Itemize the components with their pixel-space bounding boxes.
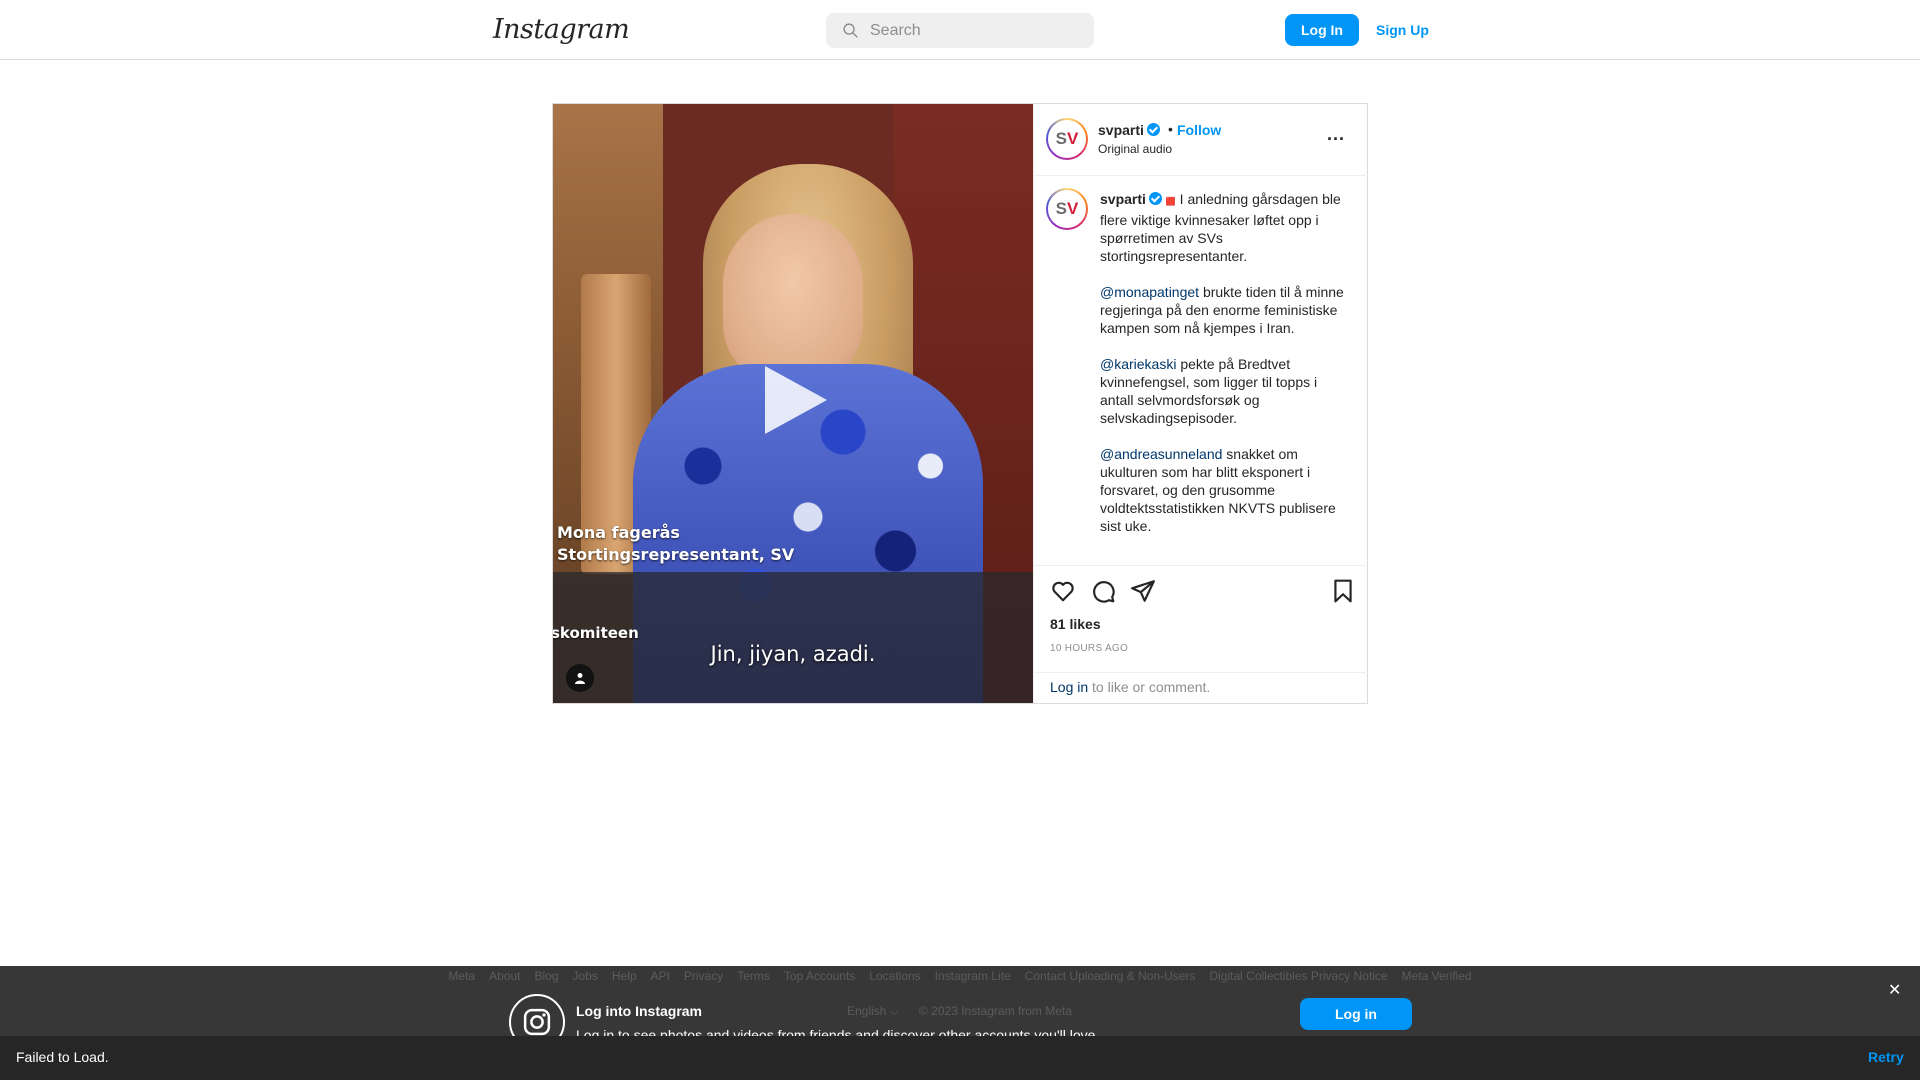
video-name-line: Mona fagerås — [557, 523, 680, 542]
signup-link[interactable]: Sign Up — [1370, 14, 1435, 46]
footer-link[interactable]: API — [651, 969, 670, 983]
error-message: Failed to Load. — [16, 1049, 109, 1065]
caption-verified-badge-icon — [1148, 192, 1162, 205]
avatar-logo: SV — [1048, 120, 1086, 158]
caption-username[interactable]: svparti — [1100, 191, 1146, 207]
close-icon[interactable]: ✕ — [1888, 980, 1901, 1000]
language-select[interactable]: English ⌵ — [847, 1004, 899, 1019]
search-box[interactable] — [826, 13, 1094, 48]
caption-avatar-letter-s: S — [1055, 199, 1067, 218]
bookmark-icon[interactable] — [1330, 578, 1356, 604]
login-link[interactable]: Log in — [1050, 679, 1088, 695]
footer-link[interactable]: Meta Verified — [1402, 969, 1472, 983]
caption-text: svparti 🟥 I anledning gårsdagen ble fler… — [1100, 190, 1346, 535]
video-player[interactable]: Mona fagerås Stortingsrepresentant, SV s… — [553, 104, 1033, 703]
caption-paragraph-1: @monapatinget brukte tiden til å minne r… — [1100, 283, 1346, 337]
footer-link[interactable]: About — [489, 969, 520, 983]
footer-link[interactable]: Contact Uploading & Non-Users — [1025, 969, 1196, 983]
caption-intro: svparti 🟥 I anledning gårsdagen ble fler… — [1100, 190, 1346, 265]
footer-link[interactable]: Instagram Lite — [935, 969, 1011, 983]
follow-button[interactable]: Follow — [1177, 122, 1221, 138]
caption-glyph: 🟥 — [1165, 197, 1176, 206]
video-subtitle: Jin, jiyan, azadi. — [710, 642, 876, 666]
banner-title: Log into Instagram — [576, 1003, 702, 1019]
search-icon — [843, 23, 858, 38]
top-nav: Instagram Log In Sign Up — [0, 0, 1920, 60]
footer-link[interactable]: Privacy — [684, 969, 723, 983]
caption-paragraph-2: @kariekaski pekte på Bredtvet kvinnefeng… — [1100, 355, 1346, 427]
user-tag-icon — [575, 673, 585, 684]
login-suffix: to like or comment. — [1088, 679, 1211, 695]
avatar-letter-v: V — [1067, 129, 1079, 148]
copyright: © 2023 Instagram from Meta — [919, 1004, 1072, 1018]
heart-icon[interactable] — [1050, 578, 1076, 604]
video-committee-overlay: skomiteen — [553, 624, 639, 642]
caption-comment: SV svparti 🟥 I anledning gårsdagen ble f… — [1034, 176, 1368, 565]
footer-link[interactable]: Top Accounts — [784, 969, 855, 983]
comment-icon[interactable] — [1090, 578, 1116, 604]
caption-avatar-logo: SV — [1048, 190, 1086, 228]
play-icon[interactable] — [765, 366, 827, 434]
footer-link[interactable]: Meta — [448, 969, 475, 983]
login-button[interactable]: Log In — [1285, 14, 1359, 46]
post-username[interactable]: svparti — [1098, 122, 1160, 138]
post-card: Mona fagerås Stortingsrepresentant, SV s… — [552, 103, 1368, 704]
original-audio-link[interactable]: Original audio — [1098, 142, 1172, 156]
mention-link-1[interactable]: @monapatinget — [1100, 284, 1199, 300]
video-role-line: Stortingsrepresentant, SV — [557, 545, 795, 564]
mention-link-2[interactable]: @kariekaski — [1100, 356, 1176, 372]
retry-button[interactable]: Retry — [1868, 1049, 1904, 1065]
avatar-letter-s: S — [1055, 129, 1067, 148]
avatar[interactable]: SV — [1046, 118, 1088, 160]
login-to-comment: Log in to like or comment. — [1034, 672, 1368, 703]
instagram-logo[interactable]: Instagram — [493, 14, 630, 45]
footer-link[interactable]: Jobs — [573, 969, 598, 983]
caption-paragraph-3: @andreasunneland snakket om ukulturen so… — [1100, 445, 1346, 535]
caption-avatar[interactable]: SV — [1046, 188, 1088, 230]
more-options-icon[interactable]: ... — [1327, 124, 1345, 145]
error-bar: Failed to Load. Retry — [0, 1036, 1920, 1080]
post-sidebar: SV svparti • Follow Original audio ... S… — [1033, 104, 1368, 703]
post-username-text[interactable]: svparti — [1098, 122, 1144, 138]
likes-count[interactable]: 81 likes — [1050, 616, 1101, 632]
banner-login-button[interactable]: Log in — [1300, 998, 1412, 1030]
header-separator: • — [1168, 121, 1173, 137]
verified-badge-icon — [1146, 123, 1160, 136]
video-person-face — [723, 214, 863, 384]
mention-link-3[interactable]: @andreasunneland — [1100, 446, 1222, 462]
post-timestamp[interactable]: 10 HOURS AGO — [1050, 643, 1128, 654]
search-input[interactable] — [870, 13, 1080, 48]
footer-link[interactable]: Terms — [737, 969, 770, 983]
video-name-overlay: Mona fagerås Stortingsrepresentant, SV — [557, 522, 794, 566]
action-bar — [1034, 565, 1368, 615]
post-header: SV svparti • Follow Original audio ... — [1034, 104, 1368, 176]
footer-link[interactable]: Blog — [534, 969, 558, 983]
footer-link[interactable]: Locations — [869, 969, 920, 983]
footer-link[interactable]: Help — [612, 969, 637, 983]
caption-avatar-letter-v: V — [1067, 199, 1079, 218]
footer-links: Meta About Blog Jobs Help API Privacy Terms Top … — [0, 969, 1920, 983]
footer-link[interactable]: Digital Collectibles Privacy Notice — [1209, 969, 1387, 983]
instagram-glyph-icon — [523, 1008, 551, 1036]
share-icon[interactable] — [1130, 578, 1156, 604]
user-tag-button[interactable] — [566, 664, 594, 692]
